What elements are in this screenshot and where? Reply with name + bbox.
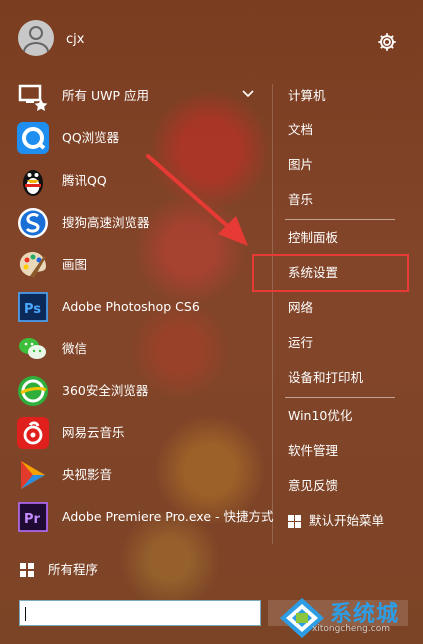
wechat-icon (16, 332, 50, 366)
qq-browser-icon (16, 121, 50, 155)
app-item-netease-music[interactable]: 网易云音乐 (16, 415, 125, 451)
app-label: 画图 (62, 257, 88, 272)
app-label: Adobe Premiere Pro.exe - 快捷方式 (62, 509, 274, 524)
app-label: 央视影音 (62, 467, 113, 482)
right-item-win10-optimize[interactable]: Win10优化 (288, 409, 352, 423)
app-item-wechat[interactable]: 微信 (16, 331, 87, 367)
watermark-sub: xitongcheng.com (312, 624, 390, 634)
app-label: 腾讯QQ (62, 173, 107, 188)
app-label: 网易云音乐 (62, 425, 125, 440)
right-item-pictures[interactable]: 图片 (288, 158, 313, 172)
app-item-photoshop[interactable]: Ps Adobe Photoshop CS6 (16, 289, 200, 325)
tiles-icon (20, 563, 34, 577)
column-divider (272, 84, 273, 544)
app-label: QQ浏览器 (62, 130, 120, 145)
netease-music-icon (16, 416, 50, 450)
all-programs-button[interactable]: 所有程序 (16, 560, 98, 580)
app-item-sogou-browser[interactable]: 搜狗高速浏览器 (16, 205, 150, 241)
highlight-box (252, 254, 409, 292)
monitor-star-icon (16, 79, 50, 113)
right-item-default-start-menu[interactable]: 默认开始菜单 (288, 514, 384, 528)
app-item-360-browser[interactable]: 360安全浏览器 (16, 373, 148, 409)
right-item-documents[interactable]: 文档 (288, 123, 313, 137)
right-item-computer[interactable]: 计算机 (288, 89, 326, 103)
user-avatar[interactable] (18, 20, 54, 56)
right-item-network[interactable]: 网络 (288, 301, 313, 315)
app-label: 搜狗高速浏览器 (62, 215, 150, 230)
app-label: 360安全浏览器 (62, 383, 149, 398)
search-input[interactable] (19, 600, 261, 626)
svg-text:Ps: Ps (24, 302, 41, 317)
uwp-apps-group[interactable]: 所有 UWP 应用 (16, 78, 149, 114)
svg-text:Pr: Pr (24, 512, 41, 527)
photoshop-icon: Ps (16, 290, 50, 324)
user-name: cjx (66, 32, 85, 47)
windows-logo-icon (288, 514, 301, 528)
right-item-software-manager[interactable]: 软件管理 (288, 444, 338, 458)
separator (285, 397, 395, 398)
360-browser-icon (16, 374, 50, 408)
right-item-run[interactable]: 运行 (288, 336, 313, 350)
default-start-menu-label: 默认开始菜单 (309, 513, 385, 528)
app-item-tencent-qq[interactable]: 腾讯QQ (16, 163, 107, 199)
right-item-control-panel[interactable]: 控制面板 (288, 231, 338, 245)
text-caret (25, 607, 26, 621)
annotation-arrow-icon (146, 154, 248, 246)
app-label: 微信 (62, 341, 88, 356)
qq-penguin-icon (16, 164, 50, 198)
uwp-apps-label: 所有 UWP 应用 (62, 88, 149, 103)
right-item-feedback[interactable]: 意见反馈 (288, 479, 338, 493)
premiere-icon: Pr (16, 500, 50, 534)
app-item-cctv-video[interactable]: 央视影音 (16, 457, 112, 493)
app-item-paint[interactable]: 画图 (16, 247, 87, 283)
separator (285, 219, 395, 220)
app-item-premiere[interactable]: Pr Adobe Premiere Pro.exe - 快捷方式 (16, 499, 273, 535)
right-item-devices-printers[interactable]: 设备和打印机 (288, 371, 363, 385)
cctv-video-icon (16, 458, 50, 492)
sogou-browser-icon (16, 206, 50, 240)
chevron-down-icon[interactable] (240, 86, 256, 102)
gear-icon[interactable] (376, 31, 398, 53)
paint-palette-icon (16, 248, 50, 282)
all-programs-label: 所有程序 (48, 562, 99, 577)
app-label: Adobe Photoshop CS6 (62, 299, 200, 314)
right-item-music[interactable]: 音乐 (288, 193, 313, 207)
app-item-qq-browser[interactable]: QQ浏览器 (16, 120, 119, 156)
